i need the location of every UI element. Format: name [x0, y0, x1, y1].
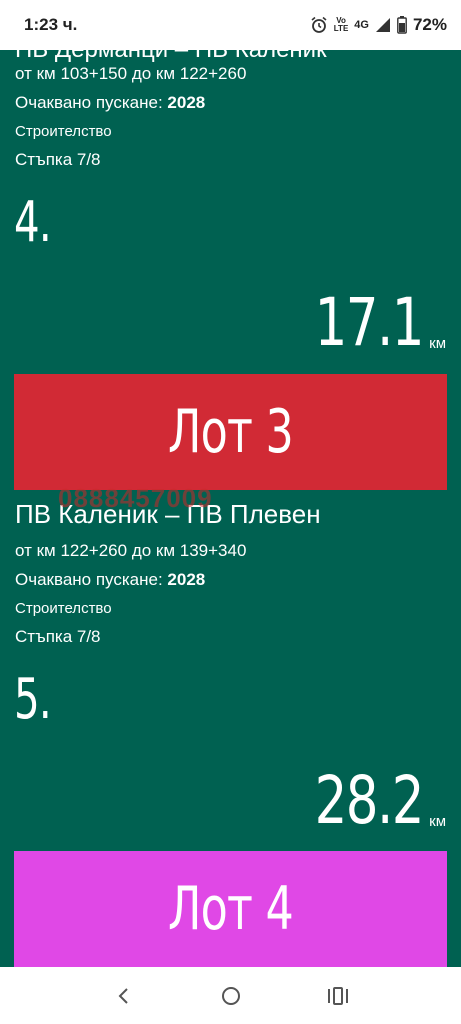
- back-button[interactable]: [104, 976, 144, 1016]
- step-label: Стъпка 7/8: [15, 627, 101, 646]
- section-number: 4.: [14, 190, 52, 255]
- system-nav-bar: [0, 967, 461, 1024]
- lot-label: Лот 3: [167, 397, 294, 467]
- km-range: от км 103+150 до км 122+260: [15, 64, 247, 83]
- back-icon: [118, 987, 128, 1004]
- lot-label: Лот 4: [167, 874, 294, 944]
- volte-bottom: LTE: [333, 24, 349, 33]
- recents-button[interactable]: [318, 976, 358, 1016]
- expected-launch: Очаквано пускане: 2028: [15, 93, 205, 113]
- watermark: 0888457009: [58, 483, 213, 513]
- expected-launch-label: Очаквано пускане:: [15, 570, 168, 589]
- home-button[interactable]: [211, 976, 251, 1016]
- route-content[interactable]: ПВ Дерманци – ПВ Каленик от км 103+150 д…: [0, 50, 461, 967]
- home-icon: [221, 986, 240, 1005]
- length-unit: км: [429, 335, 446, 352]
- expected-launch: Очаквано пускане: 2028: [15, 570, 205, 590]
- length-row: 17.1 км: [284, 290, 446, 356]
- length-row: 28.2 км: [284, 768, 446, 834]
- signal-icon: [375, 17, 391, 33]
- alarm-icon: [310, 16, 328, 34]
- status-bar: 1:23 ч. Vo LTE 4G 72%: [0, 0, 461, 50]
- battery-percent: 72%: [412, 15, 447, 34]
- step-label: Стъпка 7/8: [15, 150, 101, 169]
- length-unit: км: [429, 813, 446, 830]
- lot-3-banner[interactable]: Лот 3: [14, 374, 447, 490]
- battery-icon: [397, 16, 407, 34]
- volte-icon: Vo LTE: [334, 17, 349, 33]
- expected-launch-year: 2028: [167, 93, 206, 112]
- stage-label: Строителство: [15, 600, 112, 617]
- lot-4-banner[interactable]: Лот 4: [14, 851, 447, 967]
- expected-launch-label: Очаквано пускане:: [15, 93, 168, 112]
- section-number: 5.: [14, 667, 52, 732]
- recents-icon: [327, 986, 348, 1005]
- stage-label: Строителство: [15, 123, 112, 140]
- section-title: ПВ Дерманци – ПВ Каленик: [15, 50, 327, 64]
- km-range: от км 122+260 до км 139+340: [15, 541, 247, 560]
- length-value: 17.1: [314, 284, 425, 361]
- network-type: 4G: [354, 19, 369, 31]
- status-icons: Vo LTE 4G 72%: [310, 15, 447, 35]
- length-value: 28.2: [314, 762, 425, 839]
- expected-launch-year: 2028: [167, 570, 206, 589]
- status-time: 1:23 ч.: [24, 15, 78, 34]
